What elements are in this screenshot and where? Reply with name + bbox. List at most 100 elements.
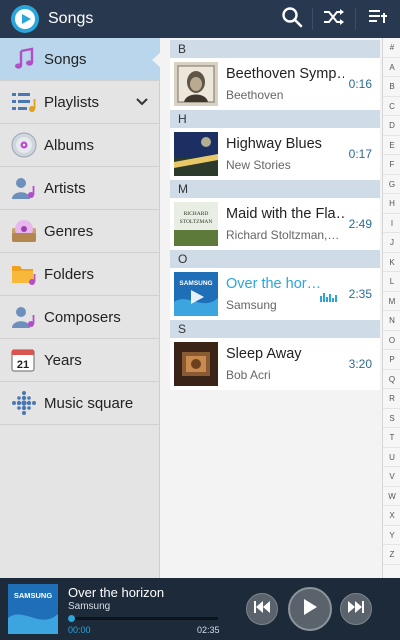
- song-row[interactable]: RICHARD STOLTZMAN Maid with the Fla… Rich…: [170, 198, 380, 250]
- sidebar-item-songs[interactable]: Songs: [0, 38, 161, 81]
- add-to-playlist-button[interactable]: [358, 0, 398, 38]
- index-letter[interactable]: E: [383, 136, 400, 155]
- song-row-now-playing[interactable]: SAMSUNG Over the hor… Samsung 2:35: [170, 268, 380, 320]
- composer-icon: [10, 303, 38, 331]
- index-letter[interactable]: B: [383, 77, 400, 97]
- index-letter[interactable]: F: [383, 155, 400, 175]
- sidebar-item-albums[interactable]: Albums: [0, 124, 160, 167]
- sidebar-item-years[interactable]: 21 Years: [0, 339, 160, 382]
- index-letter[interactable]: M: [383, 292, 400, 311]
- index-letter[interactable]: R: [383, 389, 400, 409]
- music-square-icon: [10, 389, 38, 417]
- sidebar-item-label: Artists: [44, 179, 86, 197]
- svg-text:21: 21: [17, 359, 29, 371]
- sidebar-item-artists[interactable]: Artists: [0, 167, 160, 210]
- sidebar-item-label: Music square: [44, 394, 134, 412]
- music-player-app-icon[interactable]: [10, 4, 40, 34]
- play-button[interactable]: [288, 587, 332, 631]
- index-letter[interactable]: Q: [383, 370, 400, 389]
- section-header: M: [170, 180, 380, 198]
- sidebar-item-label: Playlists: [44, 93, 100, 111]
- alphabet-index[interactable]: # A B C D E F G H I J K L M N O P Q R S …: [382, 38, 400, 578]
- sidebar-item-playlists[interactable]: Playlists: [0, 81, 160, 124]
- search-button[interactable]: [272, 0, 312, 38]
- search-icon: [281, 6, 303, 33]
- genres-icon: [10, 217, 38, 245]
- section-header: O: [170, 250, 380, 268]
- song-title: Sleep Away: [226, 346, 302, 362]
- playlists-icon: [10, 88, 38, 116]
- song-duration: 2:35: [348, 287, 372, 301]
- previous-track-icon: [254, 600, 270, 618]
- index-letter[interactable]: V: [383, 467, 400, 487]
- total-time: 02:35: [197, 625, 220, 635]
- song-title: Beethoven Symp…: [226, 66, 344, 82]
- song-duration: 3:20: [348, 357, 372, 371]
- index-letter[interactable]: D: [383, 116, 400, 136]
- sidebar-item-genres[interactable]: Genres: [0, 210, 160, 253]
- section-header: B: [170, 40, 380, 58]
- index-letter[interactable]: H: [383, 194, 400, 214]
- section-header: S: [170, 320, 380, 338]
- next-button[interactable]: [340, 593, 372, 625]
- toolbar-divider: [355, 8, 356, 30]
- sidebar-item-label: Folders: [44, 265, 95, 283]
- index-letter[interactable]: Y: [383, 526, 400, 545]
- song-row[interactable]: Highway Blues New Stories 0:17: [170, 128, 380, 180]
- current-time: 00:00: [68, 625, 91, 635]
- song-title: Highway Blues: [226, 136, 322, 152]
- index-letter[interactable]: I: [383, 214, 400, 233]
- song-list: B Beethoven Symp… Beethoven 0:16 H Highw…: [160, 38, 382, 578]
- song-artist: New Stories: [226, 158, 291, 172]
- index-letter[interactable]: K: [383, 253, 400, 272]
- album-art-richard-stoltzman: RICHARD STOLTZMAN: [174, 202, 218, 246]
- player-album-art[interactable]: SAMSUNG: [8, 584, 58, 634]
- song-row[interactable]: Beethoven Symp… Beethoven 0:16: [170, 58, 380, 110]
- mini-player[interactable]: SAMSUNG Over the horizon Samsung 00:00 0…: [0, 578, 400, 640]
- index-letter[interactable]: P: [383, 350, 400, 370]
- index-letter[interactable]: U: [383, 448, 400, 467]
- playlist-add-icon: [368, 8, 388, 31]
- sidebar-item-label: Songs: [44, 50, 87, 68]
- album-art-beethoven: [174, 62, 218, 106]
- sidebar-item-label: Years: [44, 351, 82, 369]
- index-letter[interactable]: J: [383, 233, 400, 253]
- index-letter[interactable]: L: [383, 272, 400, 292]
- song-duration: 0:17: [348, 147, 372, 161]
- index-letter[interactable]: O: [383, 331, 400, 350]
- index-letter[interactable]: #: [383, 38, 400, 58]
- previous-button[interactable]: [246, 593, 278, 625]
- album-art-highway-blues: [174, 132, 218, 176]
- index-letter[interactable]: G: [383, 175, 400, 194]
- song-duration: 2:49: [348, 217, 372, 231]
- index-letter[interactable]: Z: [383, 545, 400, 565]
- svg-text:SAMSUNG: SAMSUNG: [14, 591, 53, 600]
- now-playing-equalizer-icon: [320, 289, 340, 302]
- index-letter[interactable]: A: [383, 58, 400, 77]
- next-track-icon: [348, 600, 364, 618]
- progress-handle[interactable]: [68, 615, 75, 622]
- index-letter[interactable]: N: [383, 311, 400, 331]
- chevron-down-icon[interactable]: [136, 94, 148, 112]
- svg-text:RICHARD: RICHARD: [184, 211, 209, 217]
- song-duration: 0:16: [348, 77, 372, 91]
- calendar-icon: 21: [10, 346, 38, 374]
- toolbar-divider: [312, 8, 313, 30]
- music-note-icon: [10, 45, 38, 73]
- index-letter[interactable]: T: [383, 428, 400, 448]
- sidebar-item-music-square[interactable]: Music square: [0, 382, 160, 425]
- index-letter[interactable]: W: [383, 487, 400, 506]
- sidebar-item-composers[interactable]: Composers: [0, 296, 160, 339]
- song-row[interactable]: Sleep Away Bob Acri 3:20: [170, 338, 380, 390]
- section-header: H: [170, 110, 380, 128]
- song-title: Maid with the Fla…: [226, 206, 344, 222]
- progress-bar[interactable]: [68, 615, 218, 622]
- index-letter[interactable]: X: [383, 506, 400, 526]
- index-letter[interactable]: C: [383, 97, 400, 116]
- sidebar-item-folders[interactable]: Folders: [0, 253, 160, 296]
- artist-icon: [10, 174, 38, 202]
- index-letter[interactable]: S: [383, 409, 400, 428]
- song-artist: Beethoven: [226, 88, 284, 102]
- shuffle-button[interactable]: [314, 0, 354, 38]
- player-artist: Samsung: [68, 601, 111, 612]
